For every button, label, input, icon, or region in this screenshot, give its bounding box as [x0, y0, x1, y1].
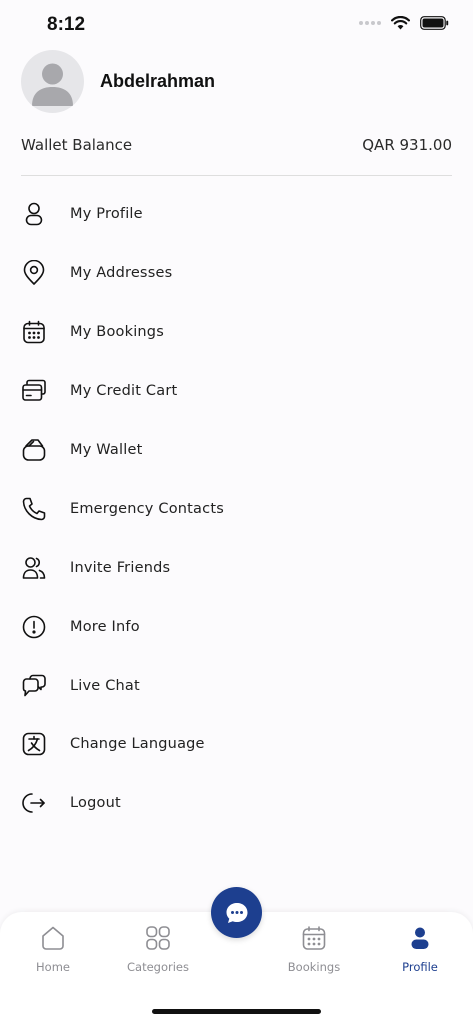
- chat-bubbles-icon: [21, 668, 57, 704]
- chat-bubble-icon: [226, 902, 247, 923]
- menu-item-label: Change Language: [70, 736, 205, 753]
- menu-item-my-bookings[interactable]: My Bookings: [21, 303, 452, 362]
- menu-item-invite-friends[interactable]: Invite Friends: [21, 538, 452, 597]
- menu-item-label: My Wallet: [70, 442, 143, 458]
- tab-categories-label: Categories: [127, 960, 189, 974]
- menu-item-label: More Info: [70, 618, 140, 635]
- status-bar: 8:12: [0, 0, 473, 50]
- menu-item-my-wallet[interactable]: My Wallet: [21, 421, 452, 480]
- menu-item-label: My Profile: [70, 206, 143, 223]
- calendar-icon: [302, 926, 326, 950]
- menu-item-live-chat[interactable]: Live Chat: [21, 656, 452, 715]
- user-name: Abdelrahman: [100, 71, 216, 91]
- menu-item-label: My Credit Cart: [70, 383, 178, 400]
- tab-home-label: Home: [36, 960, 70, 974]
- menu-item-label: Invite Friends: [70, 559, 171, 576]
- battery-icon: [420, 16, 449, 30]
- tab-bookings-label: Bookings: [287, 960, 341, 974]
- tab-bookings[interactable]: Bookings: [269, 924, 359, 984]
- calendar-icon: [21, 314, 57, 350]
- menu-item-my-addresses[interactable]: My Addresses: [21, 244, 452, 303]
- menu-item-label: Live Chat: [70, 677, 140, 694]
- person-icon: [21, 196, 57, 232]
- tab-categories[interactable]: Categories: [113, 924, 203, 984]
- users-icon: [21, 550, 57, 586]
- menu-item-logout[interactable]: Logout: [21, 774, 452, 833]
- signal-icon: [359, 21, 381, 25]
- home-indicator: [152, 1009, 321, 1014]
- credit-card-icon: [21, 373, 57, 409]
- profile-menu: My Profile My Addresses My Bookings My C…: [21, 185, 452, 833]
- tab-profile-label: Profile: [402, 960, 438, 974]
- grid-icon: [146, 926, 170, 950]
- menu-item-change-language[interactable]: Change Language: [21, 715, 452, 774]
- logout-icon: [21, 785, 57, 821]
- menu-item-label: Logout: [70, 795, 121, 812]
- tab-home[interactable]: Home: [8, 924, 98, 984]
- phone-icon: [21, 491, 57, 527]
- person-icon: [411, 927, 429, 949]
- menu-item-emergency-contacts[interactable]: Emergency Contacts: [21, 479, 452, 538]
- menu-item-label: Emergency Contacts: [70, 500, 224, 517]
- status-time: 8:12: [47, 14, 86, 35]
- language-icon: [21, 726, 57, 762]
- avatar-placeholder-icon: [32, 63, 73, 106]
- tab-profile[interactable]: Profile: [375, 924, 465, 984]
- divider: [21, 175, 452, 176]
- info-circle-icon: [21, 609, 57, 645]
- menu-item-more-info[interactable]: More Info: [21, 597, 452, 656]
- profile-header: Abdelrahman: [21, 50, 215, 113]
- chat-fab-button[interactable]: [211, 887, 262, 938]
- wifi-icon: [391, 16, 410, 30]
- menu-item-my-credit-cart[interactable]: My Credit Cart: [21, 362, 452, 421]
- menu-item-my-profile[interactable]: My Profile: [21, 185, 452, 244]
- wallet-balance-label: Wallet Balance: [21, 136, 133, 154]
- menu-item-label: My Bookings: [70, 324, 164, 341]
- menu-item-label: My Addresses: [70, 265, 173, 282]
- location-pin-icon: [21, 255, 57, 291]
- home-icon: [42, 926, 64, 950]
- wallet-balance-amount: QAR 931.00: [362, 136, 452, 154]
- status-icons: [359, 16, 449, 30]
- avatar[interactable]: [21, 50, 84, 113]
- wallet-icon: [21, 432, 57, 468]
- wallet-balance-row: Wallet Balance QAR 931.00: [21, 136, 452, 154]
